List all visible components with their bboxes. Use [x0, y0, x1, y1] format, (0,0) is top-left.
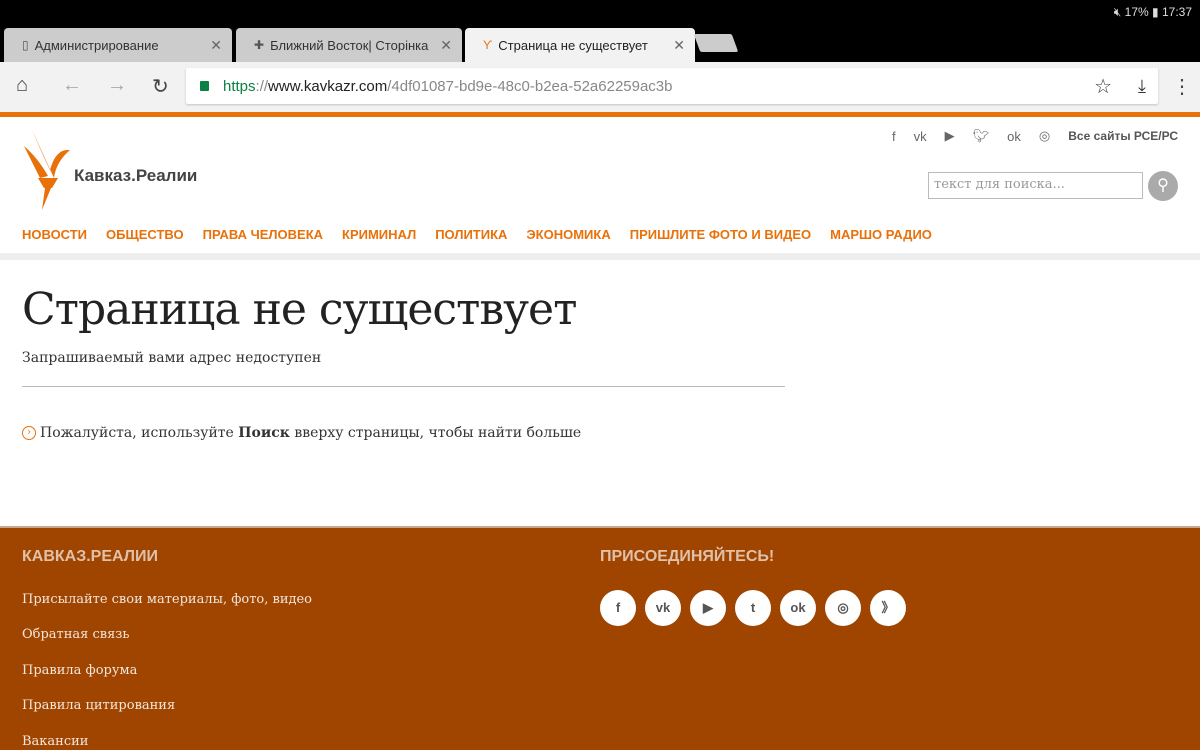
- twitter-icon[interactable]: 🐦︎: [973, 128, 990, 144]
- twitter-icon[interactable]: t: [735, 590, 771, 626]
- hint-text: Пожалуйста, используйте: [40, 425, 239, 441]
- url-host: www.kavkazr.com: [268, 77, 388, 95]
- header-accent: [0, 112, 1200, 117]
- footer-link[interactable]: Обратная связь: [22, 627, 129, 642]
- footer-link[interactable]: Правила цитирования: [22, 698, 175, 713]
- divider: [22, 386, 785, 387]
- page-subtitle: Запрашиваемый вами адрес недоступен: [22, 350, 322, 366]
- footer: КАВКАЗ.РЕАЛИИ Присылайте свои материалы,…: [0, 526, 1200, 750]
- instagram-icon[interactable]: ◎: [825, 590, 861, 626]
- footer-social: f vk ▶ t ok ◎ 》: [600, 590, 906, 626]
- tab-label: Ближний Восток| Сторінка: [270, 37, 429, 53]
- tab-not-found[interactable]: ϒ Страница не существует ✕: [465, 28, 695, 62]
- odnoklassniki-icon[interactable]: ok: [780, 590, 816, 626]
- nav-human-rights[interactable]: ПРАВА ЧЕЛОВЕКА: [203, 227, 323, 242]
- tab-middle-east[interactable]: ✚ Ближний Восток| Сторінка ✕: [236, 28, 462, 62]
- close-tab-icon[interactable]: ✕: [440, 37, 452, 54]
- search-button[interactable]: ⚲: [1148, 171, 1178, 201]
- torch-icon: [24, 130, 70, 210]
- site-logo[interactable]: Кавказ.Реалии: [22, 128, 197, 215]
- address-bar[interactable]: https://www.kavkazr.com/4df01087-bd9e-48…: [186, 68, 1158, 104]
- nav-society[interactable]: ОБЩЕСТВО: [106, 227, 184, 242]
- hint-bold: Поиск: [238, 425, 290, 441]
- clock: 17:37: [1161, 5, 1192, 19]
- url-scheme: https: [223, 77, 256, 95]
- close-tab-icon[interactable]: ✕: [673, 37, 685, 54]
- rss-icon[interactable]: 》: [870, 590, 906, 626]
- tab-label: Администрирование: [34, 37, 159, 53]
- menu-icon[interactable]: ⋮: [1172, 74, 1192, 99]
- url-path: /4df01087-bd9e-48c0-b2ea-52a62259ac3b: [387, 77, 673, 95]
- facebook-icon[interactable]: f: [600, 590, 636, 626]
- rferl-icon: ϒ: [483, 38, 493, 52]
- footer-join-title: ПРИСОЕДИНЯЙТЕСЬ!: [600, 548, 775, 565]
- main-nav: НОВОСТИ ОБЩЕСТВО ПРАВА ЧЕЛОВЕКА КРИМИНАЛ ПОЛ…: [22, 227, 932, 242]
- back-icon[interactable]: ←: [62, 74, 82, 97]
- nav-news[interactable]: НОВОСТИ: [22, 227, 87, 242]
- home-icon[interactable]: ⌂: [16, 74, 28, 97]
- status-bar: 🔇︎ 17% ▮ 17:37: [0, 0, 1200, 24]
- page-title: Страница не существует: [22, 284, 577, 335]
- url-sep: ://: [255, 77, 269, 95]
- cross-icon: ✚: [254, 38, 265, 52]
- tab-label: Страница не существует: [498, 37, 648, 53]
- tab-admin[interactable]: ▯ Администрирование ✕: [4, 28, 232, 62]
- vk-icon[interactable]: vk: [914, 129, 927, 144]
- logo-text: Кавказ.Реалии: [74, 166, 198, 185]
- youtube-icon[interactable]: ▶: [690, 590, 726, 626]
- odnoklassniki-icon[interactable]: ok: [1007, 129, 1021, 144]
- nav-economy[interactable]: ЭКОНОМИКА: [526, 227, 610, 242]
- nav-politics[interactable]: ПОЛИТИКА: [435, 227, 507, 242]
- vk-icon[interactable]: vk: [645, 590, 681, 626]
- page-icon: ▯: [22, 38, 29, 52]
- youtube-icon[interactable]: ▶: [945, 128, 955, 144]
- lock-icon: [200, 81, 209, 91]
- mute-icon: 🔇︎: [1113, 5, 1122, 19]
- tab-strip: ▯ Администрирование ✕ ✚ Ближний Восток| Сто…: [0, 24, 1200, 62]
- star-icon[interactable]: ☆: [1094, 74, 1112, 99]
- hint-text: вверху страницы, чтобы найти больше: [289, 425, 582, 441]
- footer-link[interactable]: Правила форума: [22, 663, 137, 678]
- header-social: f vk ▶ 🐦︎ ok ◎ Все сайты РСЕ/РС: [892, 128, 1178, 144]
- browser-toolbar: ⌂ ← → ↻ https://www.kavkazr.com/4df01087…: [0, 62, 1200, 112]
- forward-icon[interactable]: →: [107, 74, 127, 97]
- nav-marsho-radio[interactable]: МАРШО РАДИО: [830, 227, 932, 242]
- reload-icon[interactable]: ↻: [152, 74, 169, 99]
- instagram-icon[interactable]: ◎: [1039, 128, 1050, 144]
- battery-level: 17%: [1124, 5, 1149, 19]
- download-icon[interactable]: ⤓: [1138, 76, 1146, 97]
- facebook-icon[interactable]: f: [892, 129, 896, 144]
- footer-link[interactable]: Присылайте свои материалы, фото, видео: [22, 592, 312, 607]
- chevron-right-icon: ›: [22, 426, 36, 440]
- search-input[interactable]: текст для поиска...: [928, 172, 1143, 199]
- search-icon: ⚲: [1157, 177, 1169, 194]
- nav-send-photo[interactable]: ПРИШЛИТЕ ФОТО И ВИДЕО: [630, 227, 811, 242]
- close-tab-icon[interactable]: ✕: [210, 37, 222, 54]
- search-hint: › Пожалуйста, используйте Поиск вверху ст…: [22, 425, 581, 441]
- new-tab-button[interactable]: [693, 34, 739, 52]
- nav-crime[interactable]: КРИМИНАЛ: [342, 227, 416, 242]
- all-sites-link[interactable]: Все сайты РСЕ/РС: [1068, 129, 1178, 143]
- divider: [0, 253, 1200, 260]
- footer-title: КАВКАЗ.РЕАЛИИ: [22, 548, 158, 565]
- footer-link[interactable]: Вакансии: [22, 734, 88, 749]
